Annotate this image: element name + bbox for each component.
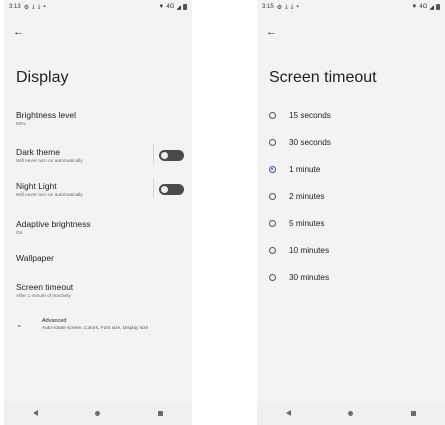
navigation-bar — [257, 401, 445, 425]
status-time: 3:15 — [262, 4, 274, 10]
nav-recents-icon[interactable] — [411, 410, 417, 416]
settings-icon: ⚙ — [276, 4, 283, 11]
timeout-option-selected[interactable]: 1 minute — [269, 165, 320, 174]
status-bar: 3:13 ⚙ ⤓ ⤓ ▪ ▼ 4G ◢ — [4, 0, 192, 14]
radio-button[interactable] — [269, 220, 276, 227]
battery-icon — [183, 4, 187, 10]
status-time: 3:13 — [9, 4, 21, 10]
radio-button-checked[interactable] — [269, 166, 276, 173]
status-bar: 3:15 ⚙ ⤓ ⤓ ▪ ▼ 4G ◢ — [257, 0, 445, 14]
page-title: Screen timeout — [269, 69, 377, 86]
option-label: 15 seconds — [289, 111, 331, 120]
item-label: Adaptive brightness — [16, 219, 91, 229]
item-label: Brightness level — [16, 110, 77, 120]
download-icon: ⤓ — [37, 3, 41, 10]
wallpaper-item[interactable]: Wallpaper — [16, 253, 184, 263]
signal-icon: ◢ — [176, 4, 181, 11]
settings-icon: ⚙ — [23, 4, 30, 11]
night-light-toggle[interactable] — [159, 184, 184, 195]
page-title: Display — [16, 69, 69, 86]
signal-icon: ◢ — [429, 4, 434, 11]
nav-home-icon[interactable] — [348, 410, 354, 416]
item-summary: On — [16, 231, 23, 236]
sim-icon: ▪ — [43, 4, 46, 10]
wifi-icon: ▼ — [158, 4, 165, 10]
adaptive-brightness-item[interactable]: Adaptive brightness On — [16, 219, 184, 236]
display-settings-screen: 3:13 ⚙ ⤓ ⤓ ▪ ▼ 4G ◢ ← Display Brightness… — [4, 0, 192, 425]
advanced-item[interactable]: Advanced Auto-rotate screen, Colors, Fon… — [42, 318, 148, 331]
divider — [153, 144, 154, 164]
option-label: 30 seconds — [289, 138, 331, 147]
advanced-summary: Auto-rotate screen, Colors, Font size, D… — [42, 326, 149, 331]
nav-back-icon[interactable] — [32, 410, 38, 416]
timeout-option[interactable]: 15 seconds — [269, 111, 331, 120]
timeout-option[interactable]: 30 seconds — [269, 138, 331, 147]
network-type: 4G — [419, 4, 428, 10]
wifi-icon: ▼ — [411, 4, 418, 10]
nav-home-icon[interactable] — [95, 410, 101, 416]
timeout-option[interactable]: 5 minutes — [269, 219, 325, 228]
nav-back-icon[interactable] — [285, 410, 291, 416]
option-label: 10 minutes — [289, 246, 330, 255]
radio-button[interactable] — [269, 193, 276, 200]
item-summary: 83% — [16, 122, 26, 127]
screen-timeout-screen: 3:15 ⚙ ⤓ ⤓ ▪ ▼ 4G ◢ ← Screen timeout 15 … — [257, 0, 445, 425]
battery-icon — [436, 4, 440, 10]
screen-timeout-item[interactable]: Screen timeout After 1 minute of inactiv… — [16, 282, 184, 299]
radio-button[interactable] — [269, 112, 276, 119]
radio-button[interactable] — [269, 274, 276, 281]
divider — [153, 178, 154, 198]
toggle-knob — [161, 186, 168, 193]
download-icon: ⤓ — [285, 3, 288, 10]
item-label: Screen timeout — [16, 282, 74, 292]
brightness-level-item[interactable]: Brightness level 83% — [16, 110, 184, 127]
sim-icon: ▪ — [296, 4, 299, 10]
back-arrow-icon[interactable]: ← — [266, 26, 277, 38]
radio-button[interactable] — [269, 247, 276, 254]
toggle-knob — [161, 152, 168, 159]
item-summary: Will never turn on automatically — [16, 193, 83, 198]
option-label: 5 minutes — [289, 219, 325, 228]
navigation-bar — [4, 401, 192, 425]
option-label: 2 minutes — [289, 192, 325, 201]
dark-theme-toggle[interactable] — [159, 150, 184, 161]
item-summary: Will never turn on automatically — [16, 159, 83, 164]
download-icon: ⤓ — [290, 3, 294, 10]
back-arrow-icon[interactable]: ← — [13, 26, 24, 38]
network-type: 4G — [166, 4, 175, 10]
advanced-label: Advanced — [42, 318, 67, 324]
chevron-down-icon[interactable]: ⌄ — [16, 320, 23, 329]
download-icon: ⤓ — [32, 3, 35, 10]
nav-recents-icon[interactable] — [158, 410, 164, 416]
timeout-option[interactable]: 30 minutes — [269, 273, 329, 282]
night-light-item[interactable]: Night Light Will never turn on automatic… — [16, 178, 184, 198]
option-label: 30 minutes — [289, 273, 330, 282]
item-summary: After 1 minute of inactivity — [16, 294, 71, 299]
radio-button[interactable] — [269, 139, 276, 146]
timeout-option[interactable]: 2 minutes — [269, 192, 325, 201]
item-label: Wallpaper — [16, 253, 54, 263]
option-label: 1 minute — [289, 165, 321, 174]
dark-theme-item[interactable]: Dark theme Will never turn on automatica… — [16, 144, 184, 164]
timeout-option[interactable]: 10 minutes — [269, 246, 329, 255]
